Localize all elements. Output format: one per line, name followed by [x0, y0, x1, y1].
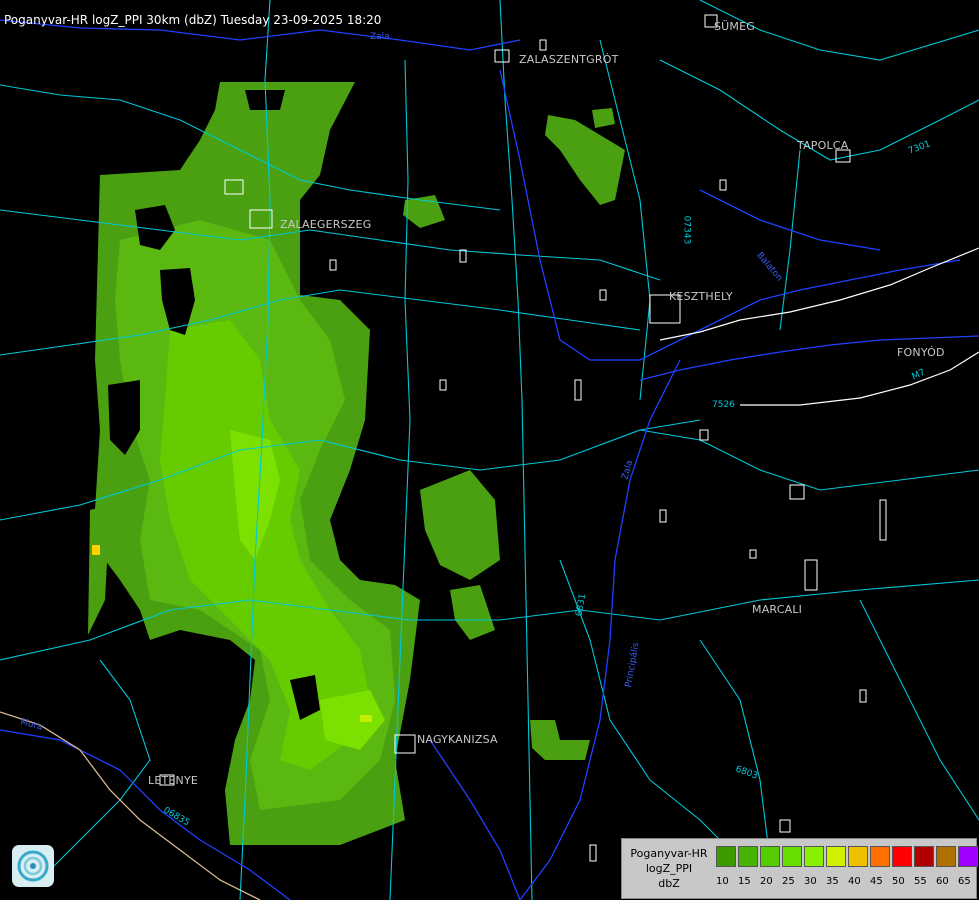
city-label-zalaszentgrot: ZALASZENTGRÓT	[519, 53, 619, 66]
legend-tick: 10	[716, 876, 729, 887]
legend-title-line: Poganyvar-HR	[630, 847, 708, 860]
legend-color-scale	[716, 846, 979, 867]
legend-tick: 55	[914, 876, 927, 887]
legend-swatch	[716, 846, 736, 867]
legend-tick: 35	[826, 876, 839, 887]
legend-title-line: dbZ	[658, 877, 680, 890]
legend-swatch	[826, 846, 846, 867]
legend-swatch	[914, 846, 934, 867]
legend-tick: 65	[958, 876, 971, 887]
legend-tick: 60	[936, 876, 949, 887]
road-label: 7526	[712, 400, 735, 410]
legend-swatch	[848, 846, 868, 867]
road-label: 07343	[681, 215, 692, 245]
legend-tick: 20	[760, 876, 773, 887]
legend-tick: 25	[782, 876, 795, 887]
logo-swirl-icon	[17, 850, 49, 882]
legend-swatch	[936, 846, 956, 867]
legend-tick: 40	[848, 876, 861, 887]
map-title: Poganyvar-HR logZ_PPI 30km (dbZ) Tuesday…	[4, 13, 382, 27]
city-label-zalaegerszeg: ZALAEGERSZEG	[280, 218, 372, 231]
city-label-tapolca: TAPOLCA	[797, 139, 849, 152]
city-label-fonyod: FONYÓD	[897, 346, 945, 359]
legend-title: Poganyvar-HR logZ_PPI dbZ	[625, 846, 713, 891]
legend-swatch	[738, 846, 758, 867]
legend-swatch	[892, 846, 912, 867]
legend-ticks: 10 15 20 25 30 35 40 45 50 55 60 65 70	[716, 876, 979, 887]
radar-map	[0, 0, 979, 900]
met-service-logo-icon	[12, 845, 54, 887]
city-label-sumeg: SÜMEG	[714, 20, 755, 33]
legend-swatch	[870, 846, 890, 867]
legend-swatch	[782, 846, 802, 867]
city-label-letenye: LETENYE	[148, 774, 199, 787]
legend-tick: 45	[870, 876, 883, 887]
legend-tick: 15	[738, 876, 751, 887]
legend-tick: 30	[804, 876, 817, 887]
legend-swatch	[958, 846, 978, 867]
dbz-legend: Poganyvar-HR logZ_PPI dbZ 10 15 20 25 30…	[621, 838, 979, 899]
city-label-keszthely: KESZTHELY	[669, 290, 733, 303]
city-label-nagykanizsa: NAGYKANIZSA	[417, 733, 498, 746]
legend-tick: 50	[892, 876, 905, 887]
legend-title-line: logZ_PPI	[645, 862, 693, 875]
legend-swatch	[804, 846, 824, 867]
legend-swatch	[760, 846, 780, 867]
city-label-marcali: MARCALI	[752, 603, 803, 616]
river-label: Zala	[370, 32, 390, 42]
